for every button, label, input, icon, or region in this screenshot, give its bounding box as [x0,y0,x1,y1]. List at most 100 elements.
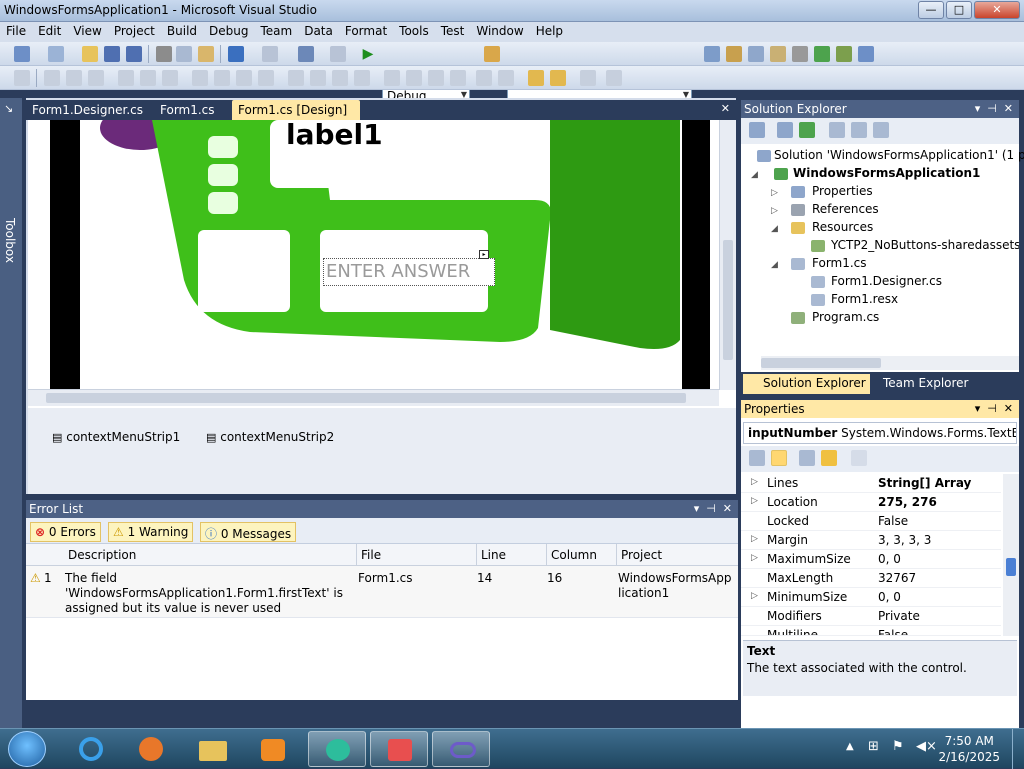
property-value[interactable]: 0, 0 [878,590,901,604]
properties-vertical-scrollbar[interactable] [1003,474,1019,636]
start-page-icon[interactable] [814,46,830,62]
property-value[interactable]: 275, 276 [878,495,937,509]
menu-tools[interactable]: Tools [393,22,435,40]
collapsed-arrow-icon[interactable]: ▷ [771,206,778,216]
context-menu-strip-1[interactable]: ▤ contextMenuStrip1 [52,430,180,444]
property-value[interactable]: Private [878,609,920,623]
smart-tag-icon[interactable]: ▸ [479,250,489,259]
menu-team[interactable]: Team [254,22,298,40]
send-to-back-icon[interactable] [550,70,566,86]
save-icon[interactable] [104,46,120,62]
toolbox-icon[interactable] [770,46,786,62]
redo-icon[interactable] [262,46,278,62]
start-button[interactable] [8,731,46,767]
events-lightning-icon[interactable] [821,450,837,466]
tab-solution-explorer[interactable]: Solution Explorer [743,374,870,394]
tab-team-explorer[interactable]: Team Explorer [863,374,973,394]
property-value[interactable]: String[] Array [878,476,971,490]
object-browser-icon[interactable] [748,46,764,62]
minimize-button[interactable]: — [918,1,944,19]
column-line[interactable]: Line [481,548,506,562]
menu-format[interactable]: Format [339,22,393,40]
visual-studio-taskbar-icon[interactable] [432,731,490,767]
align-middles-icon[interactable] [140,70,156,86]
form-designer-surface[interactable]: label1 ENTER ANSWER ▸ [28,120,736,408]
expand-arrow-icon[interactable]: ▷ [751,553,758,563]
tab-form1-designer-cs[interactable]: Form1.Designer.cs [26,100,149,120]
tools-icon[interactable] [792,46,808,62]
file-explorer-icon[interactable] [184,731,242,767]
menu-window[interactable]: Window [470,22,529,40]
expand-arrow-icon[interactable]: ▷ [751,591,758,601]
property-row[interactable]: MaxLength 32767 [741,569,1001,588]
network-icon[interactable]: ⊞ [868,739,879,754]
property-row[interactable]: ▷ MinimumSize 0, 0 [741,588,1001,607]
table-row[interactable]: ⚠ 1 The field 'WindowsFormsApplication1.… [26,566,738,618]
expand-arrow-icon[interactable]: ▷ [751,496,758,506]
add-item-icon[interactable] [48,46,64,62]
tree-item-references[interactable]: References [812,202,879,216]
property-row[interactable]: ▷ Margin 3, 3, 3, 3 [741,531,1001,550]
menu-project[interactable]: Project [108,22,161,40]
tab-form1-design[interactable]: Form1.cs [Design] ✕ [232,100,360,131]
volume-muted-icon[interactable]: ◀× [916,739,937,754]
solution-explorer-icon[interactable] [704,46,720,62]
expanded-arrow-icon[interactable]: ◢ [771,260,778,270]
menu-help[interactable]: Help [530,22,569,40]
tree-item-form1-designer[interactable]: Form1.Designer.cs [831,274,942,288]
close-document-icon[interactable]: ✕ [721,102,730,115]
navigate-backward-icon[interactable] [298,46,314,62]
designer-horizontal-scrollbar[interactable] [28,389,719,406]
tree-item-program-cs[interactable]: Program.cs [812,310,879,324]
property-row[interactable]: ▷ MaximumSize 0, 0 [741,550,1001,569]
align-lefts-icon[interactable] [44,70,60,86]
remove-vspacing-icon[interactable] [450,70,466,86]
taskbar-app-1[interactable] [308,731,366,767]
column-column[interactable]: Column [551,548,597,562]
bring-to-front-icon[interactable] [528,70,544,86]
open-file-icon[interactable] [82,46,98,62]
make-same-size-icon[interactable] [258,70,274,86]
align-bottoms-icon[interactable] [162,70,178,86]
column-project[interactable]: Project [621,548,662,562]
remove-spacing-icon[interactable] [354,70,370,86]
refresh-icon[interactable] [799,122,815,138]
start-debugging-icon[interactable]: ▶ [360,46,376,62]
tree-item-form1-cs[interactable]: Form1.cs [812,256,867,270]
extension-manager-icon[interactable] [836,46,852,62]
panel-controls[interactable]: ▾ ⊣ ✕ [975,102,1013,115]
expanded-arrow-icon[interactable]: ◢ [751,170,758,180]
show-desktop-button[interactable] [1012,729,1024,769]
undo-icon[interactable] [228,46,244,62]
center-vertically-icon[interactable] [498,70,514,86]
view-designer-icon[interactable] [851,122,867,138]
menu-debug[interactable]: Debug [203,22,254,40]
menu-edit[interactable]: Edit [32,22,67,40]
save-all-icon[interactable] [126,46,142,62]
align-to-grid-icon[interactable] [14,70,30,86]
solution-horizontal-scrollbar[interactable] [761,356,1019,370]
pin-icon[interactable]: ↘ [4,102,13,115]
size-to-grid-icon[interactable] [214,70,230,86]
toolbox-tab[interactable]: Toolbox [3,218,17,263]
label1-control[interactable]: label1 [286,120,383,151]
show-all-files-icon[interactable] [777,122,793,138]
property-value[interactable]: False [878,628,908,635]
show-hidden-icons-icon[interactable]: ▲ [846,741,854,752]
tab-form1-cs[interactable]: Form1.cs [154,100,221,120]
taskbar-app-2[interactable] [370,731,428,767]
warnings-filter-button[interactable]: ⚠ 1 Warning [108,522,194,542]
center-horizontally-icon[interactable] [476,70,492,86]
tree-item-project[interactable]: WindowsFormsApplication1 [793,166,980,180]
categorized-icon[interactable] [749,450,765,466]
property-value[interactable]: 32767 [878,571,916,585]
tab-order-icon[interactable] [580,70,596,86]
close-button[interactable]: ✕ [974,1,1020,19]
menu-build[interactable]: Build [161,22,203,40]
properties-window-icon[interactable] [726,46,742,62]
property-value[interactable]: 0, 0 [878,552,901,566]
tree-item-solution[interactable]: Solution 'WindowsFormsApplication1' (1 p… [774,148,1024,162]
horizontal-spacing-icon[interactable] [288,70,304,86]
decrease-vspacing-icon[interactable] [428,70,444,86]
column-file[interactable]: File [361,548,381,562]
